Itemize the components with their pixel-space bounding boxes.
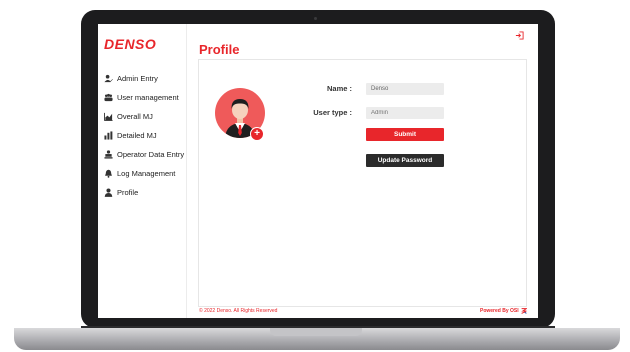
sidebar-item-operator-data-entry[interactable]: Operator Data Entry bbox=[104, 145, 184, 164]
update-password-button[interactable]: Update Password bbox=[366, 154, 444, 167]
submit-button[interactable]: Submit bbox=[366, 128, 444, 141]
sidebar-item-label: Admin Entry bbox=[117, 74, 158, 83]
sidebar-item-label: Profile bbox=[117, 188, 139, 197]
page-title: Profile bbox=[199, 42, 240, 57]
powered-by-text: Powered By OSI bbox=[480, 308, 519, 314]
sidebar-item-overall-mj[interactable]: Overall MJ bbox=[104, 107, 184, 126]
sidebar-item-profile[interactable]: Profile bbox=[104, 183, 184, 202]
sidebar-nav: Admin Entry User management Overall MJ D… bbox=[104, 69, 184, 202]
sidebar-item-admin-entry[interactable]: Admin Entry bbox=[104, 69, 184, 88]
laptop-base-notch bbox=[270, 328, 362, 336]
powered-by[interactable]: Powered By OSI bbox=[480, 308, 527, 314]
copyright-text: © 2022 Denso. All Rights Reserved bbox=[199, 308, 278, 314]
laptop-camera bbox=[314, 17, 317, 20]
sidebar-item-user-management[interactable]: User management bbox=[104, 88, 184, 107]
sidebar-item-label: Detailed MJ bbox=[117, 131, 157, 140]
user-type-label: User type : bbox=[313, 108, 352, 117]
sidebar-item-label: Operator Data Entry bbox=[117, 150, 185, 159]
user-type-field[interactable] bbox=[366, 107, 444, 119]
sidebar: DENSO Admin Entry User management Overal… bbox=[98, 24, 187, 318]
osi-logo-icon bbox=[520, 308, 527, 314]
operator-icon bbox=[104, 150, 113, 159]
sidebar-item-detailed-mj[interactable]: Detailed MJ bbox=[104, 126, 184, 145]
brand-logo[interactable]: DENSO bbox=[104, 36, 156, 52]
name-field[interactable]: Denso bbox=[366, 83, 444, 95]
bar-chart-icon bbox=[104, 131, 113, 140]
users-icon bbox=[104, 93, 113, 102]
user-edit-icon bbox=[104, 74, 113, 83]
sidebar-item-label: User management bbox=[117, 93, 179, 102]
sidebar-item-label: Overall MJ bbox=[117, 112, 153, 121]
user-icon bbox=[104, 188, 113, 197]
name-label: Name : bbox=[326, 84, 352, 93]
bell-icon bbox=[105, 169, 112, 178]
sidebar-item-label: Log Management bbox=[117, 169, 176, 178]
chart-area-icon bbox=[104, 112, 113, 121]
sidebar-item-log-management[interactable]: Log Management bbox=[104, 164, 184, 183]
add-photo-button[interactable]: + bbox=[250, 127, 264, 141]
logout-icon[interactable] bbox=[515, 31, 524, 40]
app-screen: DENSO Admin Entry User management Overal… bbox=[98, 24, 538, 318]
